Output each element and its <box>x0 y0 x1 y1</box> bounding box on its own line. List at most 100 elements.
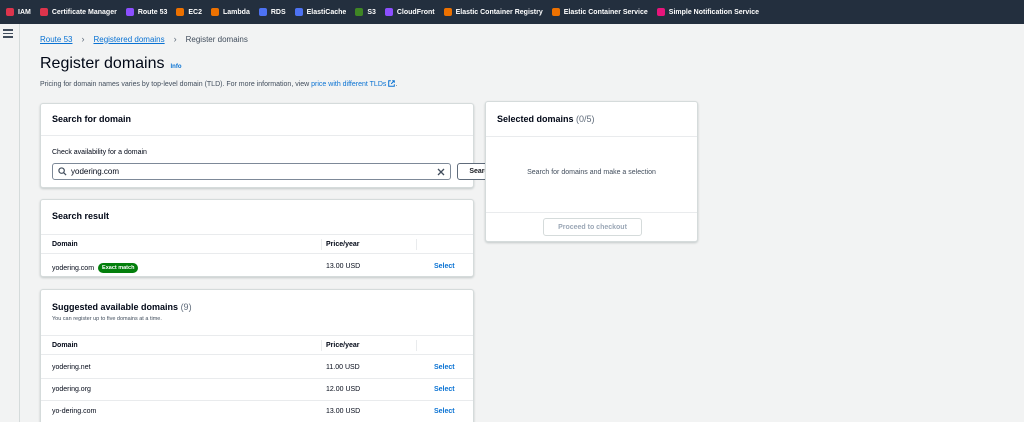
nav-service-label: ElastiCache <box>306 8 347 16</box>
table-row: yodering.net 11.00 USD Select <box>41 357 473 379</box>
nav-service-label: Lambda <box>223 8 250 16</box>
domain-cell: yodering.net <box>52 364 91 371</box>
select-button[interactable]: Select <box>434 263 455 270</box>
domain-name: yodering.com <box>52 264 95 272</box>
price-cell: 13.00 USD <box>326 408 361 415</box>
info-link[interactable]: Info <box>171 64 182 70</box>
availability-label: Check availability for a domain <box>52 149 147 156</box>
nav-service-label: S3 <box>367 8 376 16</box>
ec2-icon <box>176 8 185 16</box>
column-divider <box>321 340 322 351</box>
suggested-subtitle: You can register up to five domains at a… <box>52 316 162 322</box>
price-cell: 13.00 USD <box>326 263 361 270</box>
page-title: Register domains <box>40 55 165 72</box>
cloudfront-icon <box>384 8 393 16</box>
iam-icon <box>6 8 14 16</box>
select-button[interactable]: Select <box>434 364 455 371</box>
nav-service-cloudfront[interactable]: CloudFront <box>384 8 435 16</box>
breadcrumb-current: Register domains <box>185 34 248 44</box>
nav-service-ecr[interactable]: Elastic Container Registry <box>443 8 543 16</box>
lambda-icon <box>211 8 219 16</box>
ecs-icon <box>551 8 560 16</box>
nav-service-label: Elastic Container Registry <box>455 8 543 16</box>
selected-count: (0/5) <box>576 114 595 124</box>
s3-icon <box>355 8 364 16</box>
elasticache-icon <box>294 8 303 16</box>
nav-service-certificate-manager[interactable]: Certificate Manager <box>39 8 117 16</box>
table-row: yodering.com Exact match 13.00 USD Select <box>41 256 473 278</box>
nav-service-label: CloudFront <box>396 8 435 16</box>
column-header-price: Price/year <box>326 342 360 349</box>
services-favorites-bar: IAM Certificate Manager Route 53 EC2 Lam… <box>0 0 1024 24</box>
column-header-domain: Domain <box>52 241 78 248</box>
domain-search-field[interactable] <box>52 163 451 180</box>
chevron-right-icon: › <box>81 34 85 44</box>
search-result-panel: Search result Domain Price/year yodering… <box>40 199 474 277</box>
table-row: yo-dering.com 13.00 USD Select <box>41 401 473 422</box>
table-header: Domain Price/year <box>41 234 473 254</box>
selected-domains-panel: Selected domains (0/5) Search for domain… <box>485 101 698 242</box>
suggested-count: (9) <box>180 302 192 312</box>
selected-title-text: Selected domains <box>497 114 574 124</box>
column-divider <box>321 239 322 250</box>
table-row: yodering.org 12.00 USD Select <box>41 379 473 401</box>
breadcrumb-route53[interactable]: Route 53 <box>40 35 72 44</box>
price-cell: 11.00 USD <box>326 364 360 371</box>
search-domain-panel: Search for domain Check availability for… <box>40 103 505 188</box>
column-divider <box>416 239 417 250</box>
nav-service-label: Route 53 <box>137 8 168 16</box>
domain-cell: yo-dering.com <box>52 408 97 415</box>
breadcrumb-registered-domains[interactable]: Registered domains <box>93 35 164 44</box>
tld-pricing-link[interactable]: price with different TLDs <box>311 80 396 88</box>
ecr-icon <box>443 8 452 16</box>
hamburger-menu-icon[interactable] <box>3 29 13 38</box>
description-text: Pricing for domain names varies by top-l… <box>40 81 312 88</box>
select-button[interactable]: Select <box>434 408 455 415</box>
domain-cell: yodering.org <box>52 386 91 393</box>
selected-title: Selected domains (0/5) <box>497 114 595 124</box>
nav-service-elasticache[interactable]: ElastiCache <box>294 8 347 16</box>
search-panel-title: Search for domain <box>52 114 132 124</box>
nav-service-iam[interactable]: IAM <box>6 8 31 16</box>
column-divider <box>416 340 417 351</box>
nav-service-rds[interactable]: RDS <box>258 8 286 16</box>
description-suffix: . <box>395 81 398 88</box>
suggested-title: Suggested available domains (9) <box>52 302 192 312</box>
column-header-domain: Domain <box>52 342 78 349</box>
clear-icon[interactable] <box>436 167 446 177</box>
nav-service-label: Elastic Container Service <box>563 8 648 16</box>
divider <box>41 135 473 136</box>
price-cell: 12.00 USD <box>326 386 361 393</box>
sns-icon <box>656 8 665 16</box>
page-header: Register domains Info <box>40 55 182 73</box>
select-button[interactable]: Select <box>434 386 455 393</box>
nav-service-s3[interactable]: S3 <box>355 8 376 16</box>
nav-service-label: IAM <box>18 8 31 16</box>
route53-icon <box>125 8 134 16</box>
domain-search-input[interactable] <box>71 164 436 179</box>
page-description: Pricing for domain names varies by top-l… <box>40 80 397 88</box>
suggested-domains-panel: Suggested available domains (9) You can … <box>40 289 474 422</box>
nav-service-route53[interactable]: Route 53 <box>125 8 168 16</box>
nav-service-label: EC2 <box>188 8 202 16</box>
exact-match-badge: Exact match <box>98 263 139 273</box>
proceed-to-checkout-button[interactable]: Proceed to checkout <box>543 218 642 236</box>
sidebar-divider <box>19 24 20 422</box>
divider <box>486 212 697 213</box>
breadcrumb: Route 53 › Registered domains › Register… <box>40 34 248 44</box>
table-header: Domain Price/year <box>41 335 473 355</box>
divider <box>486 136 697 137</box>
rds-icon <box>258 8 267 16</box>
nav-service-sns[interactable]: Simple Notification Service <box>656 8 760 16</box>
domain-cell: yodering.com Exact match <box>52 263 139 273</box>
chevron-right-icon: › <box>173 34 177 44</box>
nav-service-lambda[interactable]: Lambda <box>211 8 250 16</box>
nav-service-ec2[interactable]: EC2 <box>176 8 202 16</box>
suggested-title-text: Suggested available domains <box>52 302 179 312</box>
certificate-manager-icon <box>39 8 48 16</box>
tld-pricing-link-label: price with different TLDs <box>311 81 387 88</box>
nav-service-label: Simple Notification Service <box>668 8 760 16</box>
nav-service-ecs[interactable]: Elastic Container Service <box>551 8 648 16</box>
empty-selection-message: Search for domains and make a selection <box>527 169 656 176</box>
search-result-title: Search result <box>52 211 110 221</box>
